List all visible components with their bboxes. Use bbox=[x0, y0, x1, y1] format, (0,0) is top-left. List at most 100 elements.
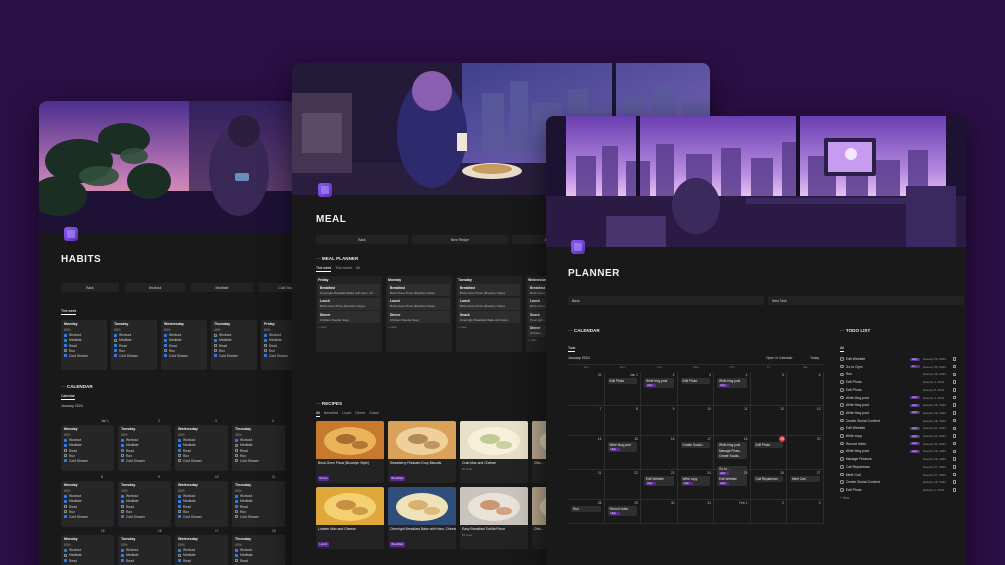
habit-checkbox-row[interactable]: Meditate bbox=[64, 499, 111, 503]
habit-calendar-card[interactable]: Wednesday 80% Workout Meditate Read bbox=[175, 535, 228, 565]
checkbox-icon[interactable] bbox=[114, 349, 117, 353]
calendar-event[interactable]: Edit Photo bbox=[607, 378, 637, 384]
todo-item[interactable]: Edit Website High January 24, 2024 bbox=[840, 426, 957, 431]
habit-calendar-card[interactable]: Wednesday 80% Workout Meditate Read Run Cold S… bbox=[175, 481, 228, 527]
habit-checkbox-row[interactable]: Meditate bbox=[178, 553, 225, 557]
checkbox-icon[interactable] bbox=[235, 438, 238, 442]
checkbox-icon[interactable] bbox=[178, 510, 181, 514]
todo-title[interactable]: Meet Carl bbox=[846, 473, 910, 477]
checkbox-icon[interactable] bbox=[235, 559, 238, 563]
checkbox-icon[interactable] bbox=[178, 454, 181, 458]
habit-checkbox-row[interactable]: Meditate bbox=[64, 553, 111, 557]
calendar-day-cell[interactable]: 30 bbox=[641, 500, 678, 524]
checkbox-icon[interactable] bbox=[214, 333, 217, 337]
habit-checkbox-row[interactable]: Cold Shower bbox=[114, 354, 154, 358]
calendar-day-cell[interactable]: 13 bbox=[787, 406, 824, 436]
todo-title[interactable]: Run bbox=[846, 372, 910, 376]
meal-new-entry-button[interactable]: + New bbox=[388, 325, 450, 329]
todo-status-circle-icon[interactable] bbox=[840, 411, 844, 415]
planner-back-button[interactable]: Back bbox=[568, 296, 764, 305]
habit-checkbox-row[interactable]: Read bbox=[164, 344, 204, 348]
todo-title[interactable]: Edit Photo bbox=[846, 488, 910, 492]
checkbox-icon[interactable] bbox=[178, 443, 181, 447]
checkbox-icon[interactable] bbox=[64, 344, 67, 348]
habit-checkbox-row[interactable]: Meditate bbox=[64, 338, 104, 342]
checkbox-icon[interactable] bbox=[64, 505, 67, 509]
todo-status-circle-icon[interactable] bbox=[840, 426, 844, 431]
habit-checkbox-row[interactable]: Cold Shower bbox=[235, 515, 282, 519]
todo-status-circle-icon[interactable] bbox=[840, 441, 844, 446]
habit-checkbox-row[interactable]: Run bbox=[121, 454, 168, 458]
todo-item[interactable]: Manage Finance January 19, 2024 bbox=[840, 457, 957, 461]
habit-checkbox-row[interactable]: Read bbox=[64, 449, 111, 453]
habit-checkbox-row[interactable]: Cold Shower bbox=[64, 459, 111, 463]
meal-tab-this-week[interactable]: This week bbox=[316, 266, 332, 272]
habit-checkbox-row[interactable]: Run bbox=[235, 510, 282, 514]
calendar-event[interactable]: Edit Photo bbox=[753, 442, 783, 448]
meal-entry-card[interactable]: Breakfast Brick-Oven Pizza (Brooklyn Styl… bbox=[458, 284, 520, 296]
todo-item[interactable]: Write blog post High January 3, 2024 bbox=[840, 395, 957, 400]
today-button[interactable]: Today bbox=[810, 356, 819, 360]
habit-checkbox-row[interactable]: Run bbox=[178, 510, 225, 514]
habit-checkbox-row[interactable]: Read bbox=[235, 505, 282, 509]
calendar-event[interactable]: Create Social... bbox=[717, 453, 747, 459]
todo-title[interactable]: Edit Website bbox=[846, 426, 910, 430]
habit-calendar-card[interactable]: Wednesday 60% Workout Meditate Read Run Cold S… bbox=[175, 425, 228, 471]
checkbox-icon[interactable] bbox=[121, 454, 124, 458]
calendar-day-cell[interactable]: 3 bbox=[787, 500, 824, 524]
habit-checkbox-row[interactable]: Workout bbox=[178, 438, 225, 442]
checkbox-icon[interactable] bbox=[121, 443, 124, 447]
checkbox-icon[interactable] bbox=[264, 338, 267, 342]
todo-item[interactable]: Call Repairman January 27, 2024 bbox=[840, 465, 957, 469]
checkbox-icon[interactable] bbox=[64, 459, 67, 463]
habit-calendar-card[interactable]: Thursday 60% Workout Meditate Read Run Cold Sh… bbox=[232, 481, 285, 527]
calendar-day-cell[interactable]: 2 bbox=[750, 500, 787, 524]
habit-checkbox-row[interactable]: Workout bbox=[64, 333, 104, 337]
calendar-day-cell[interactable]: 21 bbox=[568, 470, 605, 500]
recipe-tab-all[interactable]: All bbox=[316, 411, 320, 417]
habit-checkbox-row[interactable]: Workout bbox=[64, 548, 111, 552]
habit-checkbox-row[interactable]: Run bbox=[64, 349, 104, 353]
calendar-day-cell[interactable]: Jan 1 Edit Photo bbox=[604, 372, 641, 406]
habit-day-card[interactable]: Wednesday 80% Workout Meditate Read Run Cold S… bbox=[161, 320, 207, 370]
calendar-event[interactable]: Edit Website High bbox=[644, 476, 674, 486]
habit-checkbox-row[interactable]: Run bbox=[178, 454, 225, 458]
habit-checkbox-row[interactable]: Read bbox=[235, 559, 282, 563]
checkbox-icon[interactable] bbox=[64, 449, 67, 453]
meal-entry-card[interactable]: Dinner Chicken Noodle Soup bbox=[318, 311, 380, 323]
calendar-day-cell[interactable]: 18Write blog postHighManage Finan...Crea… bbox=[714, 436, 751, 476]
meal-tab-this-month[interactable]: This month bbox=[335, 266, 352, 272]
todo-checkbox-icon[interactable] bbox=[952, 372, 957, 377]
habit-checkbox-row[interactable]: Read bbox=[64, 505, 111, 509]
todo-item[interactable]: Meet Carl January 27, 2024 bbox=[840, 473, 957, 477]
habit-calendar-card[interactable]: Thursday 40% Workout Meditate Read bbox=[232, 535, 285, 565]
checkbox-icon[interactable] bbox=[214, 349, 217, 353]
meal-entry-card[interactable]: Lunch Brick-Oven Pizza (Brooklyn Style) bbox=[388, 297, 450, 310]
calendar-day-cell[interactable]: 3 Edit Photo bbox=[677, 372, 714, 406]
checkbox-icon[interactable] bbox=[164, 338, 167, 342]
calendar-day-cell[interactable]: 15 Write blog post High bbox=[604, 436, 641, 470]
todo-checkbox-icon[interactable] bbox=[952, 395, 957, 400]
todo-checkbox-icon[interactable] bbox=[952, 418, 957, 423]
habit-checkbox-row[interactable]: Workout bbox=[64, 494, 111, 498]
todo-item[interactable]: Write copy High January 23, 2024 bbox=[840, 434, 957, 438]
checkbox-icon[interactable] bbox=[64, 454, 67, 458]
checkbox-icon[interactable] bbox=[164, 344, 167, 348]
habit-day-card[interactable]: Tuesday 80% Workout Meditate Read Run Cold Sho… bbox=[111, 320, 157, 370]
checkbox-icon[interactable] bbox=[121, 499, 124, 503]
checkbox-icon[interactable] bbox=[235, 548, 238, 552]
calendar-day-cell[interactable]: 29 Record video High bbox=[604, 500, 641, 524]
checkbox-icon[interactable] bbox=[235, 553, 238, 557]
calendar-day-cell[interactable]: 26 Call Repairman bbox=[750, 470, 787, 500]
checkbox-icon[interactable] bbox=[121, 548, 124, 552]
checkbox-icon[interactable] bbox=[178, 553, 181, 557]
meal-new-entry-button[interactable]: + New bbox=[458, 325, 520, 329]
habit-checkbox-row[interactable]: Meditate bbox=[178, 443, 225, 447]
habit-checkbox-row[interactable]: Read bbox=[121, 449, 168, 453]
habit-checkbox-row[interactable]: Read bbox=[178, 449, 225, 453]
checkbox-icon[interactable] bbox=[114, 338, 117, 342]
todo-title[interactable]: Create Social Content bbox=[846, 419, 910, 423]
checkbox-icon[interactable] bbox=[178, 494, 181, 498]
todo-checkbox-icon[interactable] bbox=[952, 465, 957, 469]
habit-day-card[interactable]: Monday 80% Workout Meditate Read Run Cold Show… bbox=[61, 320, 107, 370]
